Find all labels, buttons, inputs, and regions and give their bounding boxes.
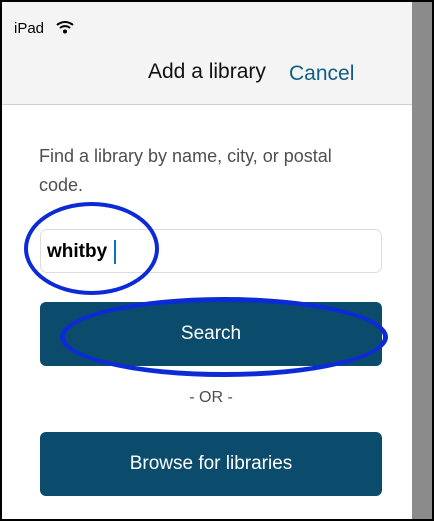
instructions-text: Find a library by name, city, or postal … [39,146,332,195]
add-library-panel: iPad Add a library Cancel Find a library… [2,2,412,519]
or-divider: - OR - [189,389,233,406]
browse-libraries-button[interactable]: Browse for libraries [40,432,382,496]
wifi-icon [56,21,74,34]
search-button-label: Search [180,323,242,344]
browse-button-label: Browse for libraries [129,453,293,474]
text-cursor [114,240,116,264]
status-bar: iPad [2,2,412,40]
library-search-input[interactable]: whitby [40,229,382,273]
screenshot-frame: iPad Add a library Cancel Find a library… [0,0,434,521]
dimmed-background [412,2,432,519]
search-button[interactable]: Search [40,302,382,366]
navigation-bar: Add a library Cancel [2,40,412,105]
cancel-button[interactable]: Cancel [289,62,354,86]
device-name: iPad [14,20,45,37]
search-input-value: whitby [47,241,108,262]
page-title: Add a library [148,60,266,83]
